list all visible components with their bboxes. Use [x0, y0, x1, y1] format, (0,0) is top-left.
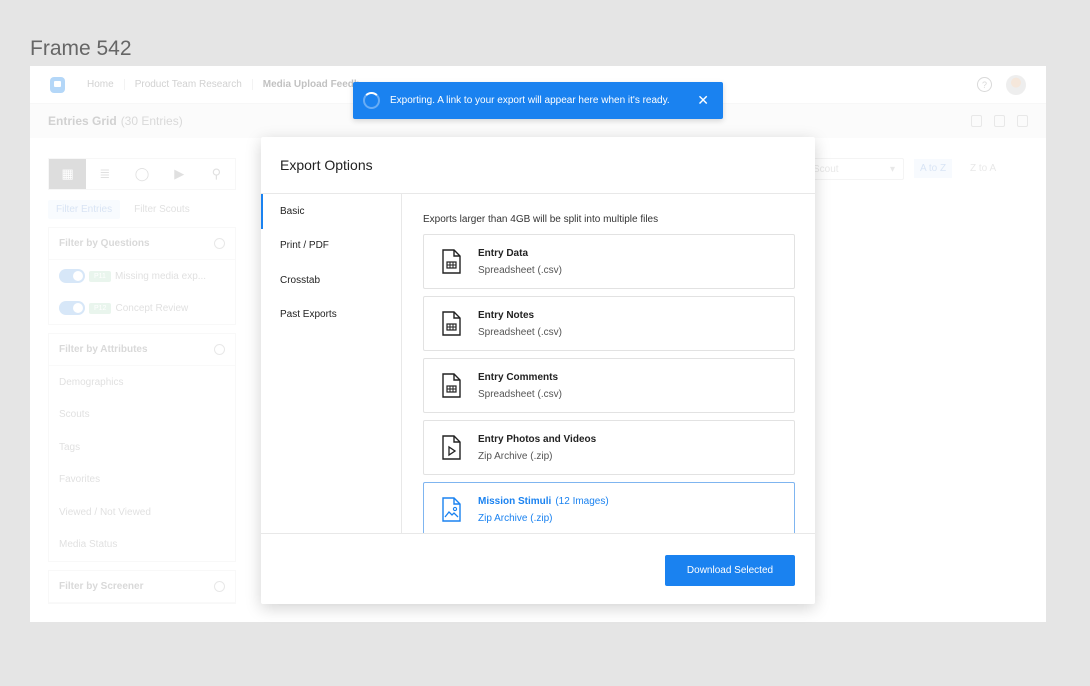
- screener-filter-card: Filter by Screener: [48, 570, 236, 604]
- option-title: Mission Stimuli: [478, 495, 552, 507]
- filter-panel: ▦ ≣ ◯ ▶ ⚲ Filter Entries Filter Scouts F…: [48, 158, 236, 604]
- collapse-icon[interactable]: [214, 581, 225, 592]
- question-label: Concept Review: [115, 302, 189, 314]
- attribute-tags[interactable]: Tags: [49, 431, 235, 464]
- modal-sidebar: Basic Print / PDF Crosstab Past Exports: [261, 194, 402, 533]
- tab-filter-scouts[interactable]: Filter Scouts: [126, 200, 198, 219]
- loading-spinner-icon: [363, 92, 380, 109]
- export-option-mission-stimuli[interactable]: Mission Stimuli (12 Images) Zip Archive (…: [423, 482, 795, 533]
- attribute-favorites[interactable]: Favorites: [49, 464, 235, 497]
- option-title: Entry Notes: [478, 309, 535, 321]
- comment-icon[interactable]: [994, 115, 1005, 127]
- play-view-icon[interactable]: ▶: [161, 159, 198, 189]
- page-title: Entries Grid: [48, 114, 117, 128]
- screener-filter-heading: Filter by Screener: [59, 581, 144, 592]
- export-size-note: Exports larger than 4GB will be split in…: [423, 214, 659, 225]
- attributes-filter-heading: Filter by Attributes: [59, 344, 148, 355]
- tab-filter-entries[interactable]: Filter Entries: [48, 200, 121, 219]
- entries-count: (30 Entries): [120, 114, 183, 128]
- breadcrumb-project[interactable]: Product Team Research: [125, 79, 253, 90]
- attribute-scouts[interactable]: Scouts: [49, 399, 235, 432]
- comment-view-icon[interactable]: ◯: [123, 159, 160, 189]
- help-icon[interactable]: ?: [977, 77, 992, 92]
- option-subtitle: Spreadsheet (.csv): [478, 326, 562, 338]
- app-logo-icon[interactable]: [50, 76, 65, 93]
- video-file-icon: [442, 435, 461, 460]
- breadcrumb-home[interactable]: Home: [77, 79, 125, 90]
- frame-label: Frame 542: [30, 37, 132, 60]
- export-option-entry-comments[interactable]: Entry Comments Spreadsheet (.csv): [423, 358, 795, 413]
- modal-footer: Download Selected: [261, 533, 815, 604]
- tab-crosstab[interactable]: Crosstab: [261, 263, 401, 298]
- grid-view-icon[interactable]: ▦: [49, 159, 87, 189]
- question-filter-row: P11 Missing media exp...: [49, 260, 235, 292]
- export-toast: Exporting. A link to your export will ap…: [353, 82, 723, 119]
- sort-select[interactable]: Scout: [804, 158, 904, 180]
- question-label: Missing media exp...: [114, 270, 207, 282]
- spreadsheet-icon: [442, 249, 461, 274]
- toast-message: Exporting. A link to your export will ap…: [390, 95, 670, 106]
- option-title: Entry Comments: [478, 371, 559, 383]
- question-badge: P12: [89, 302, 112, 314]
- question-badge: P11: [89, 270, 111, 282]
- sort-z-to-a-button[interactable]: Z to A: [970, 163, 996, 174]
- view-tabs: ▦ ≣ ◯ ▶ ⚲: [48, 158, 236, 190]
- pdf-icon[interactable]: [971, 115, 982, 127]
- tab-past-exports[interactable]: Past Exports: [261, 298, 401, 333]
- attribute-media-status[interactable]: Media Status: [49, 529, 235, 562]
- option-subtitle: Spreadsheet (.csv): [478, 264, 562, 276]
- export-option-photos-videos[interactable]: Entry Photos and Videos Zip Archive (.zi…: [423, 420, 795, 475]
- option-subtitle: Zip Archive (.zip): [478, 450, 553, 462]
- map-pin-icon[interactable]: ⚲: [198, 159, 235, 189]
- export-option-entry-notes[interactable]: Entry Notes Spreadsheet (.csv): [423, 296, 795, 351]
- collapse-icon[interactable]: [214, 344, 225, 355]
- questions-filter-card: Filter by Questions P11 Missing media ex…: [48, 227, 236, 325]
- attribute-viewed[interactable]: Viewed / Not Viewed: [49, 496, 235, 529]
- modal-body: Exports larger than 4GB will be split in…: [403, 194, 815, 533]
- modal-title: Export Options: [261, 137, 815, 194]
- option-subtitle: Spreadsheet (.csv): [478, 388, 562, 400]
- image-file-icon: [442, 497, 461, 522]
- spreadsheet-icon: [442, 311, 461, 336]
- option-image-count: (12 Images): [555, 495, 609, 507]
- collapse-icon[interactable]: [214, 238, 225, 249]
- attributes-filter-card: Filter by Attributes Demographics Scouts…: [48, 333, 236, 562]
- tab-basic[interactable]: Basic: [261, 194, 401, 229]
- export-option-entry-data[interactable]: Entry Data Spreadsheet (.csv): [423, 234, 795, 289]
- spreadsheet-icon: [442, 373, 461, 398]
- list-view-icon[interactable]: ≣: [86, 159, 123, 189]
- question-toggle[interactable]: [59, 301, 85, 315]
- sort-a-to-z-button[interactable]: A to Z: [914, 159, 953, 178]
- download-selected-button[interactable]: Download Selected: [665, 555, 795, 586]
- tab-print-pdf[interactable]: Print / PDF: [261, 229, 401, 264]
- question-toggle[interactable]: [59, 269, 85, 283]
- option-title: Entry Photos and Videos: [478, 433, 597, 445]
- export-icon[interactable]: [1017, 115, 1028, 127]
- export-options-modal: Export Options Basic Print / PDF Crossta…: [261, 137, 815, 604]
- option-title: Entry Data: [478, 247, 529, 259]
- questions-filter-heading: Filter by Questions: [59, 238, 150, 249]
- avatar[interactable]: [1006, 74, 1026, 95]
- question-filter-row: P12 Concept Review: [49, 292, 235, 324]
- option-subtitle: Zip Archive (.zip): [478, 512, 553, 524]
- close-icon[interactable]: ✕: [693, 92, 713, 109]
- attribute-demographics[interactable]: Demographics: [49, 366, 235, 399]
